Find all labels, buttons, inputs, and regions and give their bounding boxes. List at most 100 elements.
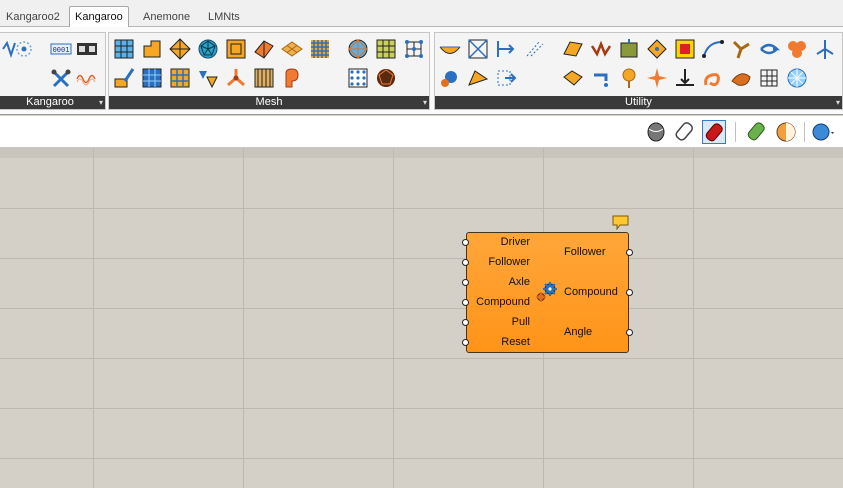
binary-counter-icon[interactable]: 0001 bbox=[50, 38, 72, 60]
blue-sphere-icon[interactable] bbox=[810, 120, 834, 144]
kite-icon[interactable] bbox=[467, 67, 489, 89]
panel-expand-icon[interactable]: ▾ bbox=[836, 96, 840, 109]
input-axle[interactable]: Axle bbox=[509, 276, 530, 288]
panel-utility: Utility ▾ bbox=[434, 32, 843, 110]
input-reset[interactable]: Reset bbox=[501, 336, 530, 348]
wireframe-preview-icon[interactable] bbox=[673, 120, 697, 144]
arrow-frame-icon[interactable] bbox=[495, 67, 517, 89]
panel-expand-icon[interactable]: ▾ bbox=[99, 96, 103, 109]
panel-kangaroo: 0001 Kangaroo ▾ bbox=[0, 32, 106, 110]
grid-line bbox=[0, 308, 843, 309]
mesh-net-icon[interactable] bbox=[758, 67, 780, 89]
tab-anemone[interactable]: Anemone bbox=[138, 9, 195, 27]
shaded-preview-icon[interactable] bbox=[702, 120, 726, 144]
roll-icon[interactable] bbox=[281, 67, 303, 89]
arrow-bracket-icon[interactable] bbox=[495, 38, 517, 60]
input-compound[interactable]: Compound bbox=[476, 296, 530, 308]
output-grip[interactable] bbox=[626, 289, 633, 296]
folded-card-icon[interactable] bbox=[562, 67, 584, 89]
grid-line bbox=[0, 208, 843, 209]
flower-icon[interactable] bbox=[786, 38, 808, 60]
eraser-icon[interactable] bbox=[745, 120, 769, 144]
star-cross-icon[interactable] bbox=[646, 67, 668, 89]
canvas-toolbar bbox=[0, 116, 843, 148]
pin-icon[interactable] bbox=[618, 67, 640, 89]
input-follower[interactable]: Follower bbox=[488, 256, 530, 268]
plane-icon[interactable] bbox=[562, 38, 584, 60]
panel-expand-icon[interactable]: ▾ bbox=[423, 96, 427, 109]
tab-lmnts[interactable]: LMNts bbox=[203, 9, 245, 27]
flat-tiles-icon[interactable] bbox=[281, 38, 303, 60]
film-frames-icon[interactable] bbox=[76, 38, 98, 60]
sphere-material-icon[interactable] bbox=[774, 120, 798, 144]
canvas-header-band bbox=[0, 148, 843, 158]
grid-line bbox=[93, 148, 94, 488]
gears-component[interactable]: Driver Follower Axle Compound Pull Reset… bbox=[462, 232, 633, 353]
tripod-icon[interactable] bbox=[225, 67, 247, 89]
triangle-split-icon[interactable] bbox=[197, 67, 219, 89]
tools-icon[interactable] bbox=[50, 68, 72, 90]
input-grip[interactable] bbox=[462, 319, 469, 326]
refresh-arrows-icon[interactable] bbox=[758, 38, 780, 60]
blue-grid-icon[interactable] bbox=[309, 38, 331, 60]
panel-title-utility: Utility bbox=[435, 96, 842, 109]
tab-kangaroo[interactable]: Kangaroo bbox=[69, 6, 129, 28]
toolbar-divider bbox=[735, 122, 736, 142]
square-tree-icon[interactable] bbox=[618, 38, 640, 60]
folded-plane-icon[interactable] bbox=[253, 38, 275, 60]
mesh-diamond-icon[interactable] bbox=[169, 38, 191, 60]
mesh-corner-icon[interactable] bbox=[141, 38, 163, 60]
tab-kangaroo2[interactable]: Kangaroo2 bbox=[1, 9, 65, 27]
component-toolbar: 0001 Kangaroo ▾ Mesh ▾ Utility ▾ bbox=[0, 27, 843, 115]
spiral-icon[interactable] bbox=[702, 67, 724, 89]
input-grip[interactable] bbox=[462, 259, 469, 266]
grid-line bbox=[393, 148, 394, 488]
mesh-grid-icon[interactable] bbox=[113, 38, 135, 60]
gear-icon bbox=[536, 280, 560, 304]
grasshopper-canvas[interactable]: Driver Follower Axle Compound Pull Reset… bbox=[0, 148, 843, 488]
paint-brush-icon[interactable] bbox=[113, 67, 135, 89]
anchor-arrow-icon[interactable] bbox=[674, 67, 696, 89]
hex-mesh-icon[interactable] bbox=[141, 67, 163, 89]
mesh-quad-grid-icon[interactable] bbox=[375, 38, 397, 60]
mesh-lattice-icon[interactable] bbox=[169, 67, 191, 89]
crossed-frame-icon[interactable] bbox=[467, 38, 489, 60]
mesh-nodes-icon[interactable] bbox=[403, 38, 425, 60]
input-grip[interactable] bbox=[462, 279, 469, 286]
message-balloon-icon[interactable] bbox=[612, 215, 629, 230]
input-grip[interactable] bbox=[462, 239, 469, 246]
shell-icon[interactable] bbox=[730, 67, 752, 89]
point-circle-icon[interactable] bbox=[13, 38, 35, 60]
curve-nodes-icon[interactable] bbox=[702, 38, 724, 60]
grid-line bbox=[0, 458, 843, 459]
crown-icon[interactable] bbox=[590, 38, 612, 60]
input-pull[interactable]: Pull bbox=[512, 316, 530, 328]
dark-sphere-icon[interactable] bbox=[375, 67, 397, 89]
input-grip[interactable] bbox=[462, 299, 469, 306]
windmill-icon[interactable] bbox=[814, 38, 836, 60]
output-grip[interactable] bbox=[626, 249, 633, 256]
pinwheel-icon[interactable] bbox=[730, 38, 752, 60]
bowl-icon[interactable] bbox=[439, 38, 461, 60]
faucet-icon[interactable] bbox=[590, 67, 612, 89]
output-grip[interactable] bbox=[626, 329, 633, 336]
output-angle[interactable]: Angle bbox=[564, 326, 592, 338]
input-driver[interactable]: Driver bbox=[501, 236, 530, 248]
geodesic-sphere-icon[interactable] bbox=[197, 38, 219, 60]
radial-snowflake-icon[interactable] bbox=[786, 67, 808, 89]
rhino-preview-icon[interactable] bbox=[644, 120, 668, 144]
point-lattice-icon[interactable] bbox=[347, 67, 369, 89]
gear-icon[interactable] bbox=[439, 67, 461, 89]
output-compound[interactable]: Compound bbox=[564, 286, 618, 298]
triangulated-sphere-icon[interactable] bbox=[347, 38, 369, 60]
ribbon-tab-strip: Kangaroo2 Kangaroo Anemone LMNts bbox=[0, 0, 843, 28]
mesh-box-icon[interactable] bbox=[253, 67, 275, 89]
diamond-nodes-icon[interactable] bbox=[646, 38, 668, 60]
wave-icon[interactable] bbox=[76, 68, 98, 90]
colored-square-icon[interactable] bbox=[674, 38, 696, 60]
grid-line bbox=[0, 358, 843, 359]
input-grip[interactable] bbox=[462, 339, 469, 346]
mesh-frame-icon[interactable] bbox=[225, 38, 247, 60]
sparkle-lines-icon[interactable] bbox=[523, 38, 545, 60]
output-follower[interactable]: Follower bbox=[564, 246, 606, 258]
